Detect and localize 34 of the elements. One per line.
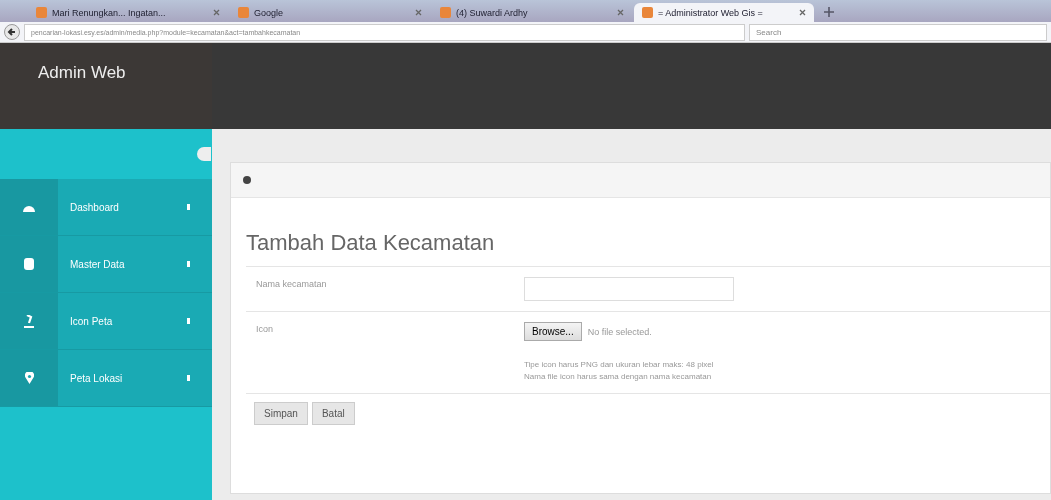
help-text: Tipe icon harus PNG dan ukuran lebar maks: 48 pixel — [524, 359, 714, 371]
input-field[interactable] — [524, 277, 734, 301]
form-button[interactable]: Batal — [311, 402, 355, 425]
browser-tab[interactable]: Google — [230, 3, 430, 22]
collapse-button[interactable] — [197, 147, 211, 161]
caret-icon — [187, 318, 190, 324]
browser-tab[interactable]: Mari Renungkan... Ingatan... — [28, 3, 228, 22]
favicon-icon — [36, 7, 47, 18]
caret-icon — [187, 204, 190, 210]
new-tab-icon[interactable] — [824, 7, 834, 17]
field-label: Icon — [255, 323, 274, 336]
file-status: No file selected. — [587, 326, 652, 337]
browser-tab[interactable]: = Administrator Web Gis = — [634, 3, 814, 22]
close-icon[interactable] — [213, 9, 220, 16]
browser-tab[interactable]: (4) Suwardi Ardhy — [432, 3, 632, 22]
map-marker-icon — [24, 372, 34, 384]
close-icon[interactable] — [415, 9, 422, 16]
field-label: Nama kecamatan — [255, 278, 328, 291]
search-field[interactable]: Search — [749, 23, 1047, 41]
close-icon[interactable] — [617, 9, 624, 16]
database-icon — [24, 258, 34, 270]
close-icon[interactable] — [799, 9, 806, 16]
back-icon[interactable] — [4, 24, 20, 40]
favicon-icon — [642, 7, 653, 18]
form-button[interactable]: Simpan — [254, 402, 308, 425]
form-title: Tambah Data Kecamatan — [246, 198, 1050, 267]
favicon-icon — [440, 7, 451, 18]
brand-title: Admin Web — [0, 43, 212, 129]
help-text: Nama file icon harus sama dengan nama kecamatan — [524, 371, 713, 383]
caret-icon — [187, 375, 190, 381]
browse-button[interactable]: Browse... — [524, 322, 582, 341]
caret-icon — [187, 261, 190, 267]
favicon-icon — [238, 7, 249, 18]
globe-icon — [243, 176, 251, 184]
